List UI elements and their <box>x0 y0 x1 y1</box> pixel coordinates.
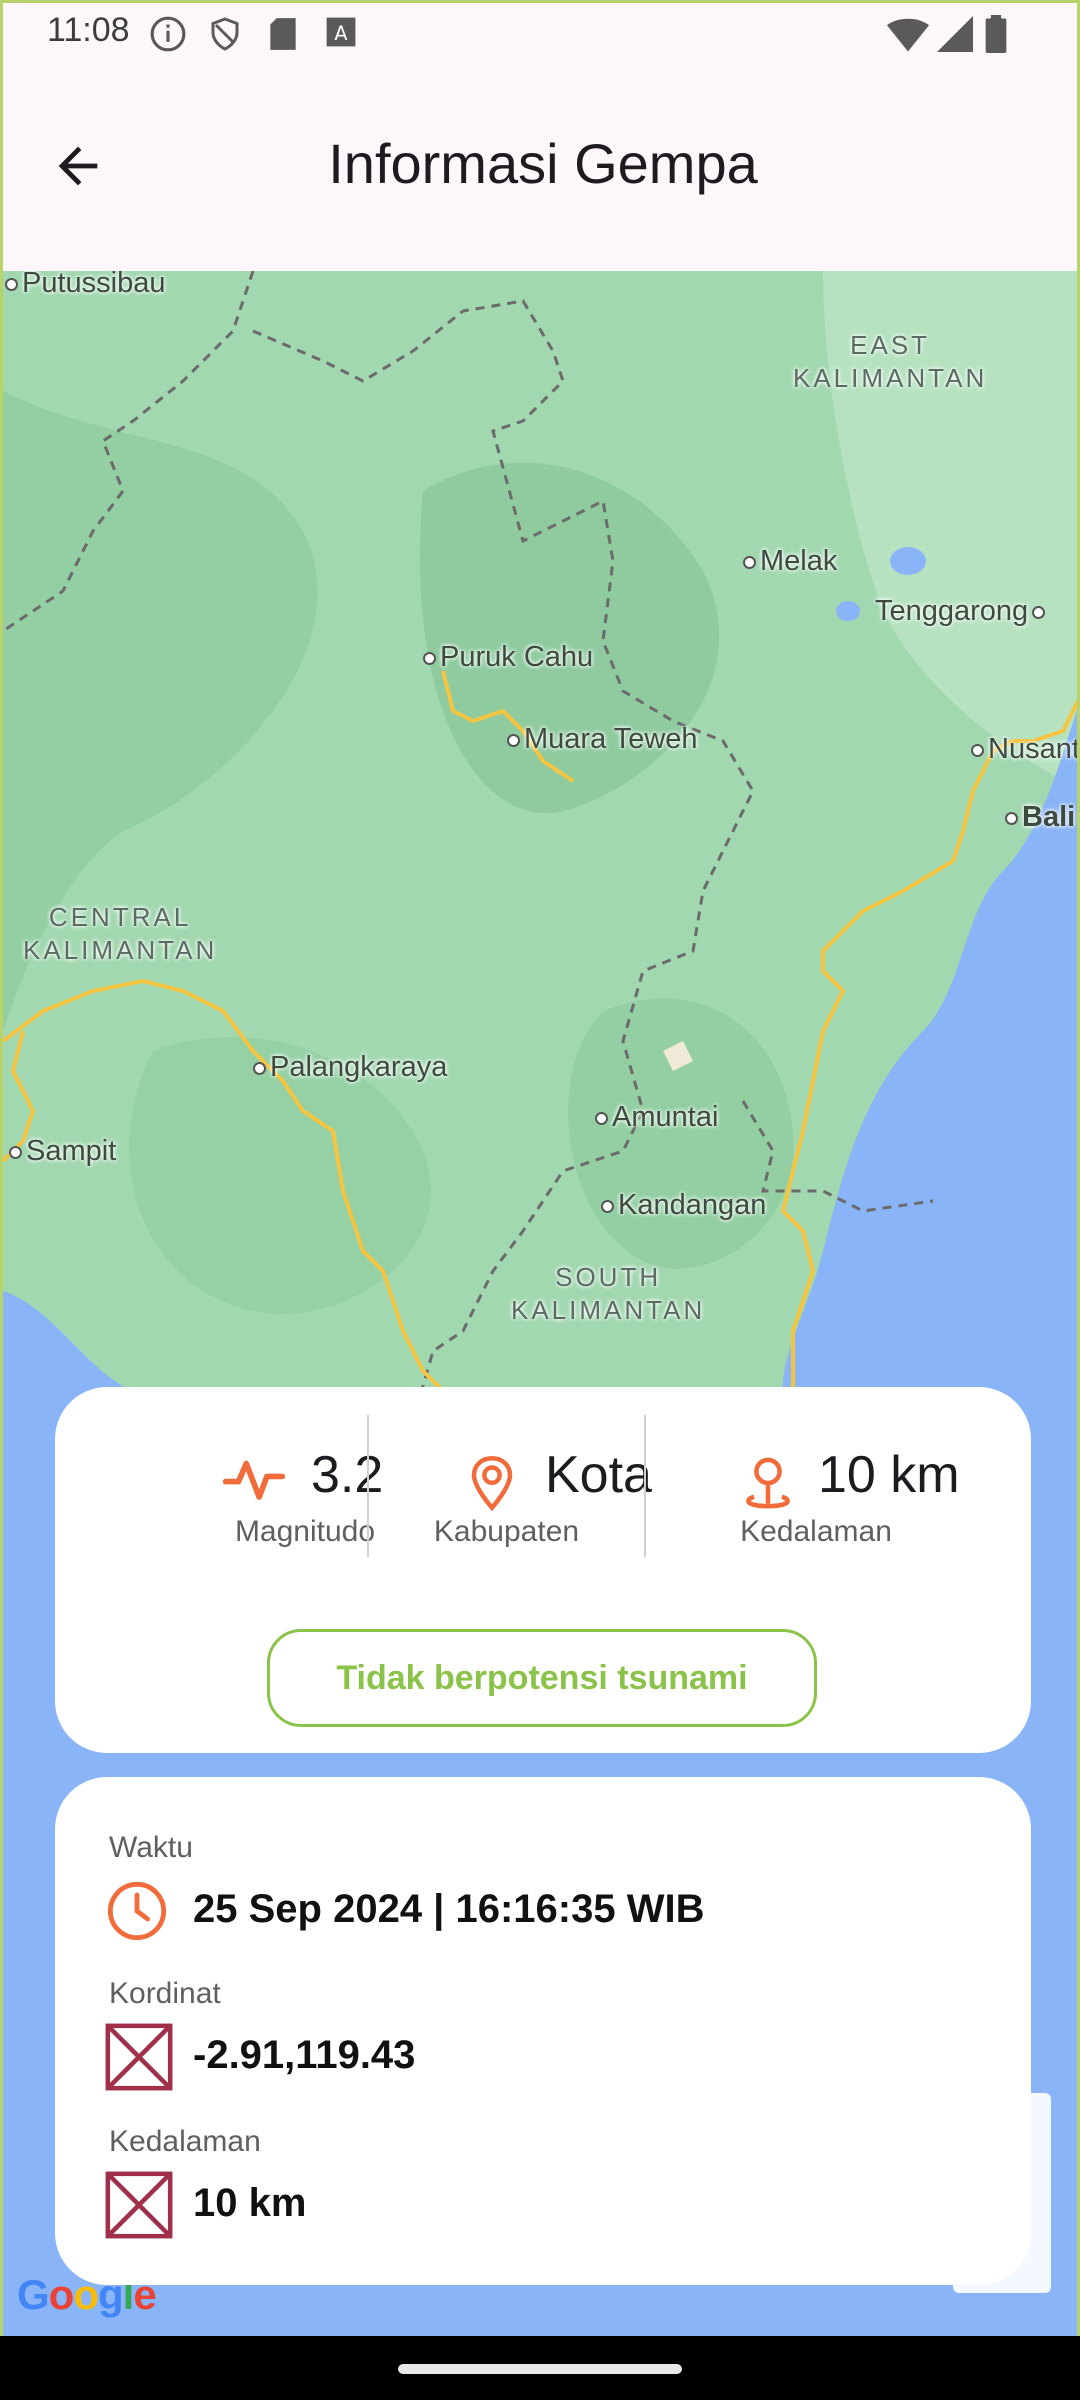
coordinates-label: Kordinat <box>109 1977 221 2010</box>
broken-image-icon <box>105 2023 173 2091</box>
battery-icon <box>985 15 1007 53</box>
place-tenggarong: Tenggarong <box>875 595 1049 628</box>
place-label: Amuntai <box>612 1101 719 1133</box>
depth-pin-icon <box>746 1457 790 1509</box>
screen-frame: EAST KALIMANTAN CENTRAL KALIMANTAN SOUTH KA… <box>0 0 1080 2336</box>
time-value: 25 Sep 2024 | 16:16:35 WIB <box>193 1887 705 1931</box>
svg-text:A: A <box>334 22 347 45</box>
place-puruk-cahu: Puruk Cahu <box>423 641 593 674</box>
place-label: Sampit <box>26 1135 117 1167</box>
clock-icon <box>107 1881 167 1941</box>
depth-stat: 10 km Kedalaman <box>646 1417 986 1557</box>
depth-value: 10 km <box>818 1446 960 1504</box>
place-kandangan: Kandangan <box>601 1189 766 1222</box>
place-sampit: Sampit <box>9 1135 116 1168</box>
cell-signal-icon <box>937 16 973 52</box>
broken-image-icon <box>105 2171 173 2239</box>
earthquake-details-card: Waktu 25 Sep 2024 | 16:16:35 WIB Kordina… <box>55 1777 1031 2285</box>
place-label: Nusant <box>988 733 1080 765</box>
place-palangkaraya: Palangkaraya <box>253 1051 447 1084</box>
place-putussibau: Putussibau <box>5 271 166 300</box>
place-melak: Melak <box>743 545 837 578</box>
system-navigation-bar <box>0 2336 1080 2400</box>
wifi-icon <box>887 18 929 52</box>
sd-card-icon <box>270 18 296 50</box>
place-bali: Bali <box>1005 801 1075 834</box>
home-gesture-handle[interactable] <box>398 2364 682 2374</box>
status-time: 11:08 <box>47 11 130 49</box>
activity-icon <box>223 1460 285 1500</box>
place-label: Muara Teweh <box>524 723 698 755</box>
place-amuntai: Amuntai <box>595 1101 718 1134</box>
location-value: Kota <box>545 1446 652 1504</box>
location-label: Kabupaten <box>433 1515 580 1548</box>
keyboard-icon: A <box>326 17 356 47</box>
depth-detail-value: 10 km <box>193 2181 307 2225</box>
magnitude-stat: 3.2 Magnitudo <box>115 1417 383 1557</box>
region-label-south-kalimantan: SOUTH KALIMANTAN <box>511 1262 706 1325</box>
place-muara-teweh: Muara Teweh <box>507 723 698 756</box>
place-nusant: Nusant <box>971 733 1080 766</box>
location-pin-icon <box>471 1455 513 1512</box>
place-label: Kandangan <box>618 1189 767 1221</box>
app-bar: Informasi Gempa <box>3 67 1077 271</box>
place-label: Puruk Cahu <box>440 641 594 673</box>
location-stat: Kota Kabupaten <box>369 1417 652 1557</box>
time-label: Waktu <box>109 1831 193 1864</box>
region-label-east-kalimantan: EAST KALIMANTAN <box>793 330 988 393</box>
place-label: Melak <box>760 545 838 577</box>
region-label-central-kalimantan: CENTRAL KALIMANTAN <box>23 902 218 965</box>
info-icon <box>150 16 186 52</box>
coordinates-value: -2.91,119.43 <box>193 2033 416 2077</box>
place-label: Palangkaraya <box>270 1051 448 1083</box>
place-label: Putussibau <box>22 271 166 299</box>
depth-label: Kedalaman <box>740 1515 892 1548</box>
place-label: Bali <box>1022 801 1076 833</box>
earthquake-summary-card: 3.2 Magnitudo Kota Kabupaten 10 km Kedal… <box>55 1387 1031 1753</box>
shield-icon <box>211 17 239 51</box>
place-label: Tenggarong <box>875 595 1029 627</box>
status-bar: 11:08 A <box>3 3 1077 67</box>
page-title: Informasi Gempa <box>328 132 758 195</box>
tsunami-status-button[interactable]: Tidak berpotensi tsunami <box>267 1629 817 1727</box>
depth-detail-label: Kedalaman <box>109 2125 261 2158</box>
